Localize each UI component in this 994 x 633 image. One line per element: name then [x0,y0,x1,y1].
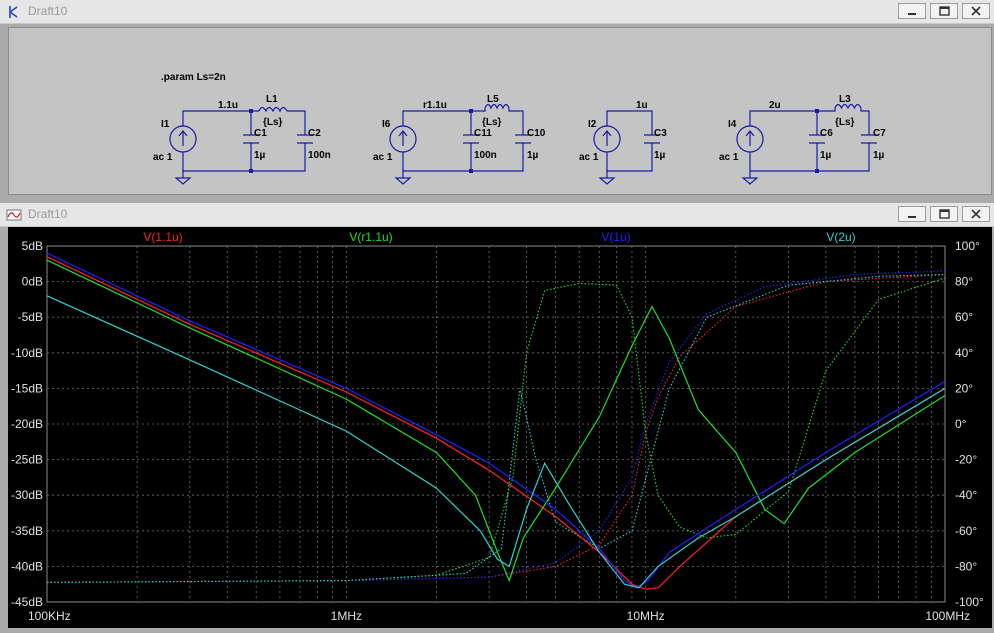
y-tick-label-right: 40° [955,346,973,360]
source-value-1[interactable]: ac 1 [153,152,173,163]
legend-entry[interactable]: V(1u) [601,230,630,244]
plot-pane[interactable]: 5dB 0dB -5dB -10dB -15dB -20dB -25dB -30dB -35dB… [8,227,992,628]
net-label-3[interactable]: 1u [636,100,648,111]
source-name-3[interactable]: I2 [588,119,597,130]
schematic-window-icon [9,6,18,18]
y-tick-label-left: 0dB [22,275,43,289]
param-directive[interactable]: .param Ls=2n [161,72,226,83]
schematic-window-title: Draft10 [28,4,68,18]
inductor-value-1[interactable]: {Ls} [263,117,283,128]
cap-value-4b[interactable]: 1µ [873,150,885,161]
y-tick-label-left: -20dB [11,417,43,431]
schematic-canvas[interactable]: .param Ls=2n 1.1u I1 ac 1 C1 1µ C2 100n … [8,27,992,195]
y-tick-label-right: 80° [955,275,973,289]
y-tick-label-right: 20° [955,381,973,395]
cap-value-2a[interactable]: 100n [474,150,497,161]
cap-value-1b[interactable]: 100n [308,150,331,161]
cap-name-1a[interactable]: C1 [254,128,267,139]
y-tick-label-right: -20° [955,453,977,467]
y-tick-label-right: 100° [955,239,980,253]
legend-entry[interactable]: V(2u) [826,230,855,244]
y-tick-label-right: -60° [955,524,977,538]
inductor-name-1[interactable]: L1 [266,94,278,105]
net-label-1[interactable]: 1.1u [218,100,238,111]
source-name-2[interactable]: I6 [382,119,391,130]
y-tick-label-right: 60° [955,310,973,324]
x-tick-label: 100MHz [925,609,970,623]
minimize-button[interactable] [898,3,926,19]
waveform-icon [6,209,22,221]
cap-value-2b[interactable]: 1µ [527,150,539,161]
cap-value-4a[interactable]: 1µ [820,150,832,161]
y-tick-label-right: -40° [955,488,977,502]
net-label-4[interactable]: 2u [769,100,781,111]
y-tick-label-left: -5dB [18,310,43,324]
net-label-2[interactable]: r1.1u [423,100,447,111]
source-value-2[interactable]: ac 1 [373,152,393,163]
restore-button[interactable] [930,206,958,222]
cap-name-1b[interactable]: C2 [308,128,321,139]
cap-name-4a[interactable]: C6 [820,128,833,139]
plot-window-titlebar[interactable]: Draft10 [0,203,994,227]
source-value-3[interactable]: ac 1 [579,152,599,163]
source-name-1[interactable]: I1 [161,119,170,130]
source-value-4[interactable]: ac 1 [719,152,739,163]
restore-button[interactable] [930,3,958,19]
y-tick-label-left: -40dB [11,559,43,573]
bode-plot[interactable]: 5dB 0dB -5dB -10dB -15dB -20dB -25dB -30dB -35dB… [8,227,992,628]
inductor-name-4[interactable]: L3 [839,94,851,105]
x-tick-label: 1MHz [331,609,362,623]
y-tick-label-right: -100° [955,595,984,609]
x-tick-label: 10MHz [627,609,665,623]
legend-entry[interactable]: V(r1.1u) [349,230,392,244]
minimize-button[interactable] [898,206,926,222]
source-name-4[interactable]: I4 [728,119,737,130]
schematic-drawing[interactable]: .param Ls=2n 1.1u I1 ac 1 C1 1µ C2 100n … [9,28,991,194]
x-tick-label: 100KHz [28,609,71,623]
y-tick-label-left: -35dB [11,524,43,538]
y-tick-label-left: 5dB [22,239,43,253]
close-button[interactable] [962,3,990,19]
y-tick-label-left: -15dB [11,381,43,395]
y-tick-label-left: -30dB [11,488,43,502]
y-tick-label-left: -45dB [11,595,43,609]
schematic-window-titlebar[interactable]: Draft10 [0,0,994,24]
y-tick-label-left: -25dB [11,453,43,467]
plot-window-title: Draft10 [28,207,68,221]
cap-value-3[interactable]: 1µ [654,150,666,161]
phase-trace[interactable] [46,270,946,583]
y-tick-label-right: 0° [955,417,967,431]
inductor-name-2[interactable]: L5 [487,94,499,105]
legend-entry[interactable]: V(1.1u) [143,230,182,244]
cap-name-2a[interactable]: C11 [474,128,492,139]
y-tick-label-right: -80° [955,559,977,573]
close-button[interactable] [962,206,990,222]
inductor-value-4[interactable]: {Ls} [835,117,855,128]
magnitude-trace[interactable] [46,295,946,589]
inductor-value-2[interactable]: {Ls} [482,117,502,128]
cap-value-1a[interactable]: 1µ [254,150,266,161]
cap-name-3[interactable]: C3 [654,128,667,139]
cap-name-4b[interactable]: C7 [873,128,886,139]
y-tick-label-left: -10dB [11,346,43,360]
magnitude-trace[interactable] [46,256,946,590]
cap-name-2b[interactable]: C10 [527,128,546,139]
